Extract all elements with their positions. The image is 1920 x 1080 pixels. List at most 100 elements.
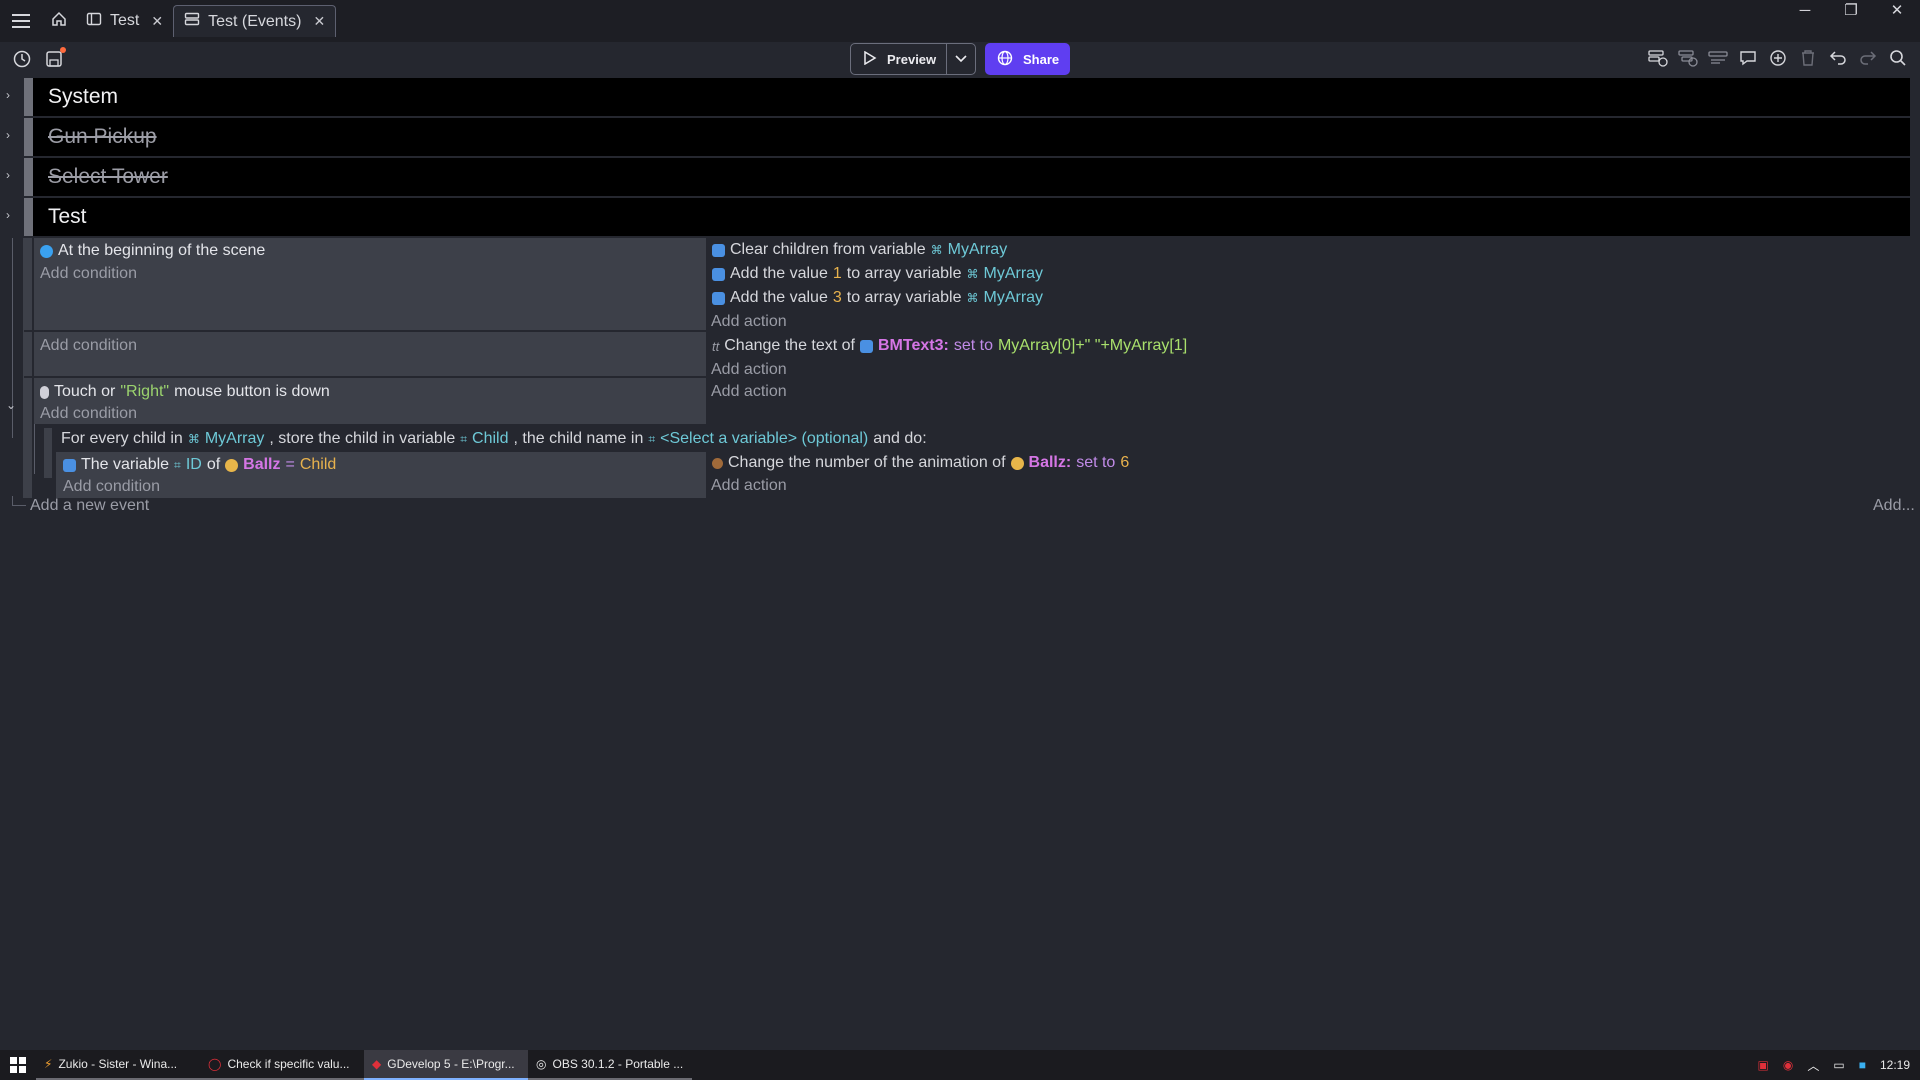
close-window-icon[interactable]: ✕ <box>1874 0 1920 26</box>
add-event-icon[interactable] <box>1646 46 1670 70</box>
delete-icon[interactable] <box>1796 46 1820 70</box>
condition-text[interactable]: Touch or <box>54 383 115 401</box>
condition-text: mouse button is down <box>174 383 330 400</box>
add-subevent-icon[interactable] <box>1676 46 1700 70</box>
add-action-link[interactable]: Add action <box>711 383 787 401</box>
scene-start-icon <box>40 244 53 258</box>
group-system[interactable]: System <box>24 78 1910 116</box>
foreach-conditions: The variable ⌗ ID of Ballz = Child Add c… <box>56 452 706 498</box>
action-row[interactable]: tt Change the text of BMText3: set to My… <box>712 335 1187 357</box>
group-indent-bar <box>23 238 32 498</box>
add-circle-icon[interactable] <box>1766 46 1790 70</box>
gdevelop-icon: ◆ <box>372 1057 382 1071</box>
close-icon[interactable]: ✕ <box>151 13 163 30</box>
save-icon[interactable] <box>42 47 66 71</box>
add-condition-link[interactable]: Add condition <box>40 337 137 355</box>
condition-text: of <box>206 456 221 473</box>
taskbar-item[interactable]: ◆ GDevelop 5 - E:\Progr... <box>364 1050 528 1080</box>
action-row[interactable]: Change the number of the animation of Ba… <box>712 452 1129 474</box>
foreach-text: For every child in <box>61 430 183 447</box>
undo-icon[interactable] <box>1826 46 1850 70</box>
windows-start-icon[interactable] <box>0 1050 36 1080</box>
action-row[interactable]: Add the value 3 to array variable ⌘ MyAr… <box>712 287 1043 309</box>
tray-app-icon[interactable]: ◉ <box>1783 1058 1793 1072</box>
system-tray: ▣ ◉ ︿ ▭ ■ 12:19 <box>1758 1050 1910 1080</box>
preview-button[interactable]: Preview <box>851 44 947 74</box>
object-icon <box>1010 456 1024 470</box>
tab-label: Test <box>110 12 140 29</box>
preview-button-group: Preview <box>850 43 976 75</box>
event2-conditions: Add condition <box>34 332 706 376</box>
expression: MyArray[0]+" "+MyArray[1] <box>997 337 1188 354</box>
gamepad-icon[interactable]: ▭ <box>1833 1058 1844 1072</box>
tray-app-icon[interactable]: ■ <box>1859 1058 1866 1072</box>
add-group-icon[interactable] <box>1706 46 1730 70</box>
tray-app-icon[interactable]: ▣ <box>1758 1058 1769 1072</box>
chevron-right-icon[interactable]: › <box>6 88 10 102</box>
add-action-link[interactable]: Add action <box>711 477 787 495</box>
chevron-right-icon[interactable]: › <box>6 168 10 182</box>
chevron-right-icon[interactable]: › <box>6 128 10 142</box>
redo-icon[interactable] <box>1856 46 1880 70</box>
add-action-link[interactable]: Add action <box>711 313 787 331</box>
mouse-icon <box>40 385 49 399</box>
add-action-link[interactable]: Add action <box>711 361 787 379</box>
scene-icon <box>86 11 102 32</box>
clock[interactable]: 12:19 <box>1880 1058 1910 1072</box>
minimize-icon[interactable]: ─ <box>1782 0 1828 26</box>
taskbar-item-label: Check if specific valu... <box>227 1057 350 1071</box>
foreach-text: , the child name in <box>513 430 644 447</box>
operator: set to <box>1076 454 1116 471</box>
add-condition-link[interactable]: Add condition <box>40 265 137 283</box>
variable-placeholder[interactable]: <Select a variable> (optional) <box>660 430 868 448</box>
event1-conditions: At the beginning of the scene Add condit… <box>34 238 706 330</box>
add-condition-link[interactable]: Add condition <box>40 405 137 423</box>
search-icon[interactable] <box>1886 46 1910 70</box>
group-gun-pickup[interactable]: Gun Pickup <box>24 118 1910 156</box>
action-text: Change the text of <box>724 337 855 354</box>
condition-text[interactable]: At the beginning of the scene <box>58 242 265 260</box>
event3-conditions: Touch or "Right" mouse button is down Ad… <box>34 378 706 424</box>
group-select-tower[interactable]: Select Tower <box>24 158 1910 196</box>
taskbar-item[interactable]: ⚡ Zukio - Sister - Wina... <box>36 1050 200 1080</box>
chevron-right-icon[interactable]: › <box>6 208 10 222</box>
chevron-up-icon[interactable]: ︿ <box>1807 1057 1819 1074</box>
add-condition-link[interactable]: Add condition <box>63 478 160 496</box>
taskbar-item[interactable]: ◎ OBS 30.1.2 - Portable ... <box>528 1050 692 1080</box>
variable-icon <box>712 243 725 257</box>
chevron-down-icon[interactable] <box>947 44 975 74</box>
tab-scene-test[interactable]: Test ✕ <box>76 5 173 37</box>
group-test[interactable]: Test <box>24 198 1910 236</box>
group-title: Test <box>48 205 87 228</box>
add-comment-icon[interactable] <box>1736 46 1760 70</box>
condition-text[interactable]: The variable <box>81 456 169 474</box>
chevron-down-icon[interactable]: ⌄ <box>6 398 16 412</box>
action-row[interactable]: Add the value 1 to array variable ⌘ MyAr… <box>712 263 1043 285</box>
add-more-button[interactable]: Add... <box>1873 497 1915 515</box>
preview-label: Preview <box>887 51 937 67</box>
subevent-indent-bar <box>44 428 52 478</box>
globe-icon <box>997 50 1013 69</box>
history-icon[interactable] <box>10 47 34 71</box>
group-title: Select Tower <box>48 165 168 188</box>
value: 1 <box>832 265 842 282</box>
home-tab[interactable] <box>42 5 76 37</box>
action-row[interactable]: Clear children from variable ⌘ MyArray <box>712 239 1007 261</box>
restore-icon[interactable]: ❐ <box>1828 0 1874 26</box>
menu-icon[interactable] <box>0 0 42 42</box>
string-value: "Right" <box>120 383 170 400</box>
value: 3 <box>832 289 842 306</box>
add-new-event-link[interactable]: Add a new event <box>30 497 149 515</box>
events-icon <box>184 11 200 32</box>
object-variable-icon: ⌗ <box>174 457 181 472</box>
separator: : <box>1065 454 1072 471</box>
animation-icon <box>712 457 723 469</box>
foreach-text: , store the child in variable <box>269 430 456 447</box>
foreach-header[interactable]: For every child in ⌘ MyArray, store the … <box>61 428 927 450</box>
share-button[interactable]: Share <box>985 43 1070 75</box>
home-icon <box>51 11 67 32</box>
variable-icon <box>712 267 725 281</box>
tab-events-test[interactable]: Test (Events) ✕ <box>173 5 337 37</box>
close-icon[interactable]: ✕ <box>313 13 325 30</box>
taskbar-item[interactable]: ◯ Check if specific valu... <box>200 1050 364 1080</box>
